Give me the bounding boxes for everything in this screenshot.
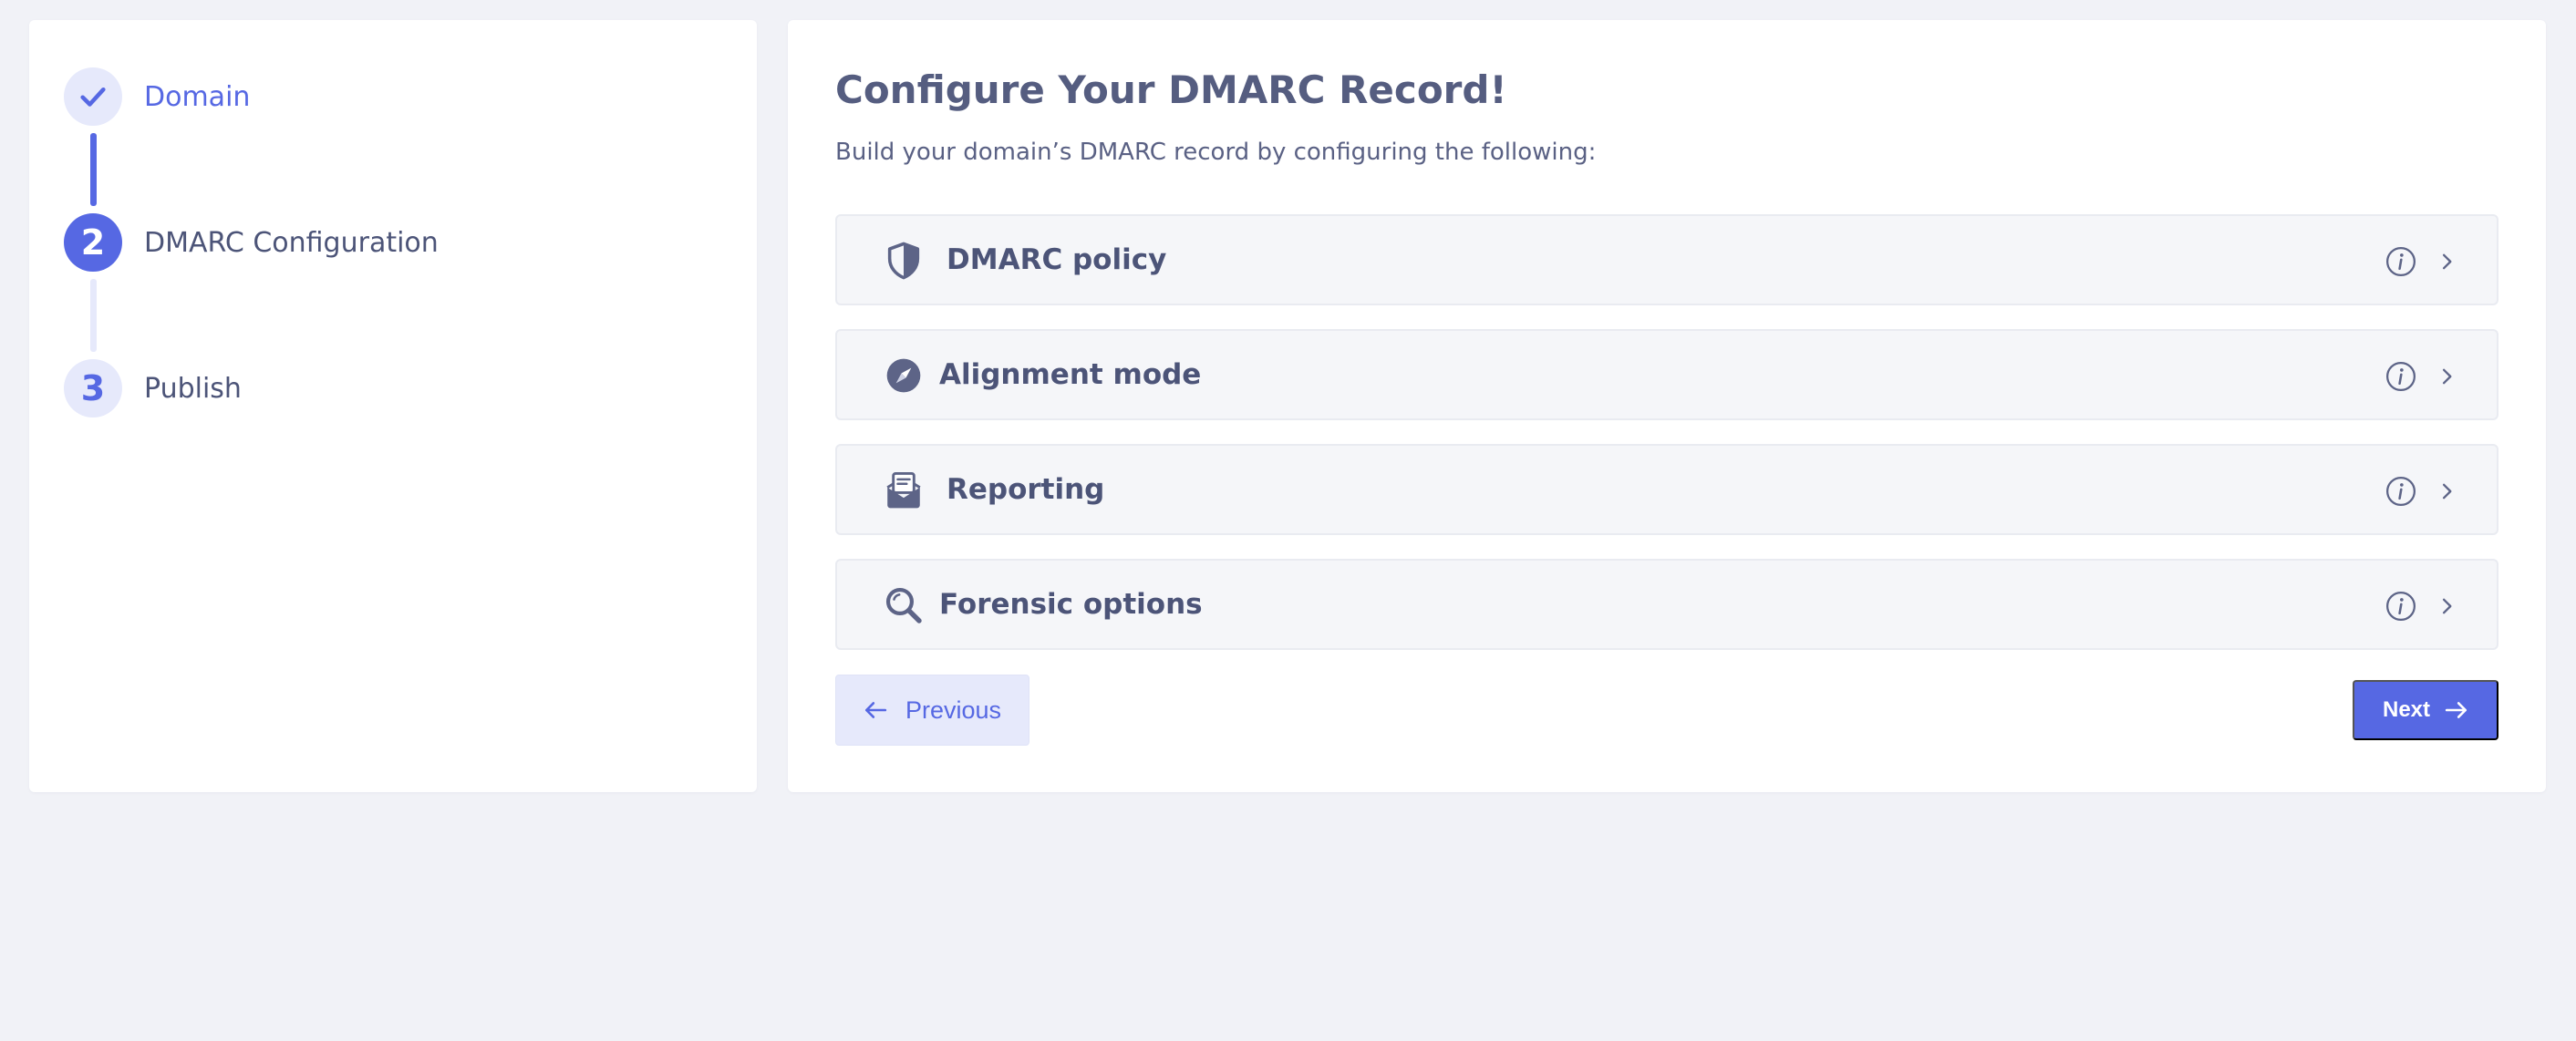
step-dmarc-configuration[interactable]: 2 DMARC Configuration: [64, 213, 439, 272]
info-icon[interactable]: [2385, 246, 2416, 277]
info-icon[interactable]: [2385, 476, 2416, 507]
step-number-badge: 3: [64, 359, 122, 417]
step-label-dmarc-configuration: DMARC Configuration: [144, 226, 439, 259]
step-domain[interactable]: Domain: [64, 67, 250, 126]
step-connector-2: [90, 279, 97, 352]
section-reporting[interactable]: Reporting: [835, 444, 2498, 535]
step-label-publish: Publish: [144, 372, 242, 405]
stepper-panel: Domain 2 DMARC Configuration 3 Publish: [29, 20, 757, 792]
section-title: Reporting: [947, 473, 1105, 506]
info-icon[interactable]: [2385, 591, 2416, 622]
page-title: Configure Your DMARC Record!: [835, 67, 1507, 112]
section-title: DMARC policy: [947, 243, 1167, 276]
page-subtitle: Build your domain’s DMARC record by conf…: [835, 139, 1597, 166]
step-number-badge: 2: [64, 213, 122, 272]
configuration-panel: Configure Your DMARC Record! Build your …: [788, 20, 2546, 792]
mail-open-icon: [885, 471, 923, 510]
next-button-label: Next: [2382, 697, 2431, 722]
step-label-domain: Domain: [144, 80, 251, 113]
info-icon[interactable]: [2385, 361, 2416, 392]
step-check-circle: [64, 67, 122, 126]
compass-icon: [885, 356, 923, 395]
previous-button-label: Previous: [905, 696, 1002, 724]
arrow-left-icon: [864, 702, 887, 718]
section-title: Alignment mode: [939, 358, 1202, 391]
step-connector-1: [90, 133, 97, 206]
previous-button[interactable]: Previous: [835, 675, 1029, 746]
chevron-right-icon[interactable]: [2438, 250, 2455, 273]
chevron-right-icon[interactable]: [2438, 479, 2455, 503]
section-forensic-options[interactable]: Forensic options: [835, 559, 2498, 650]
next-button[interactable]: Next: [2353, 680, 2498, 740]
magnifier-icon: [885, 586, 923, 624]
chevron-right-icon[interactable]: [2438, 594, 2455, 618]
section-title: Forensic options: [939, 588, 1203, 621]
shield-icon: [885, 242, 923, 280]
step-publish[interactable]: 3 Publish: [64, 359, 242, 417]
chevron-right-icon[interactable]: [2438, 365, 2455, 388]
section-alignment-mode[interactable]: Alignment mode: [835, 329, 2498, 420]
check-icon: [80, 87, 106, 107]
section-dmarc-policy[interactable]: DMARC policy: [835, 214, 2498, 305]
arrow-right-icon: [2445, 702, 2467, 718]
